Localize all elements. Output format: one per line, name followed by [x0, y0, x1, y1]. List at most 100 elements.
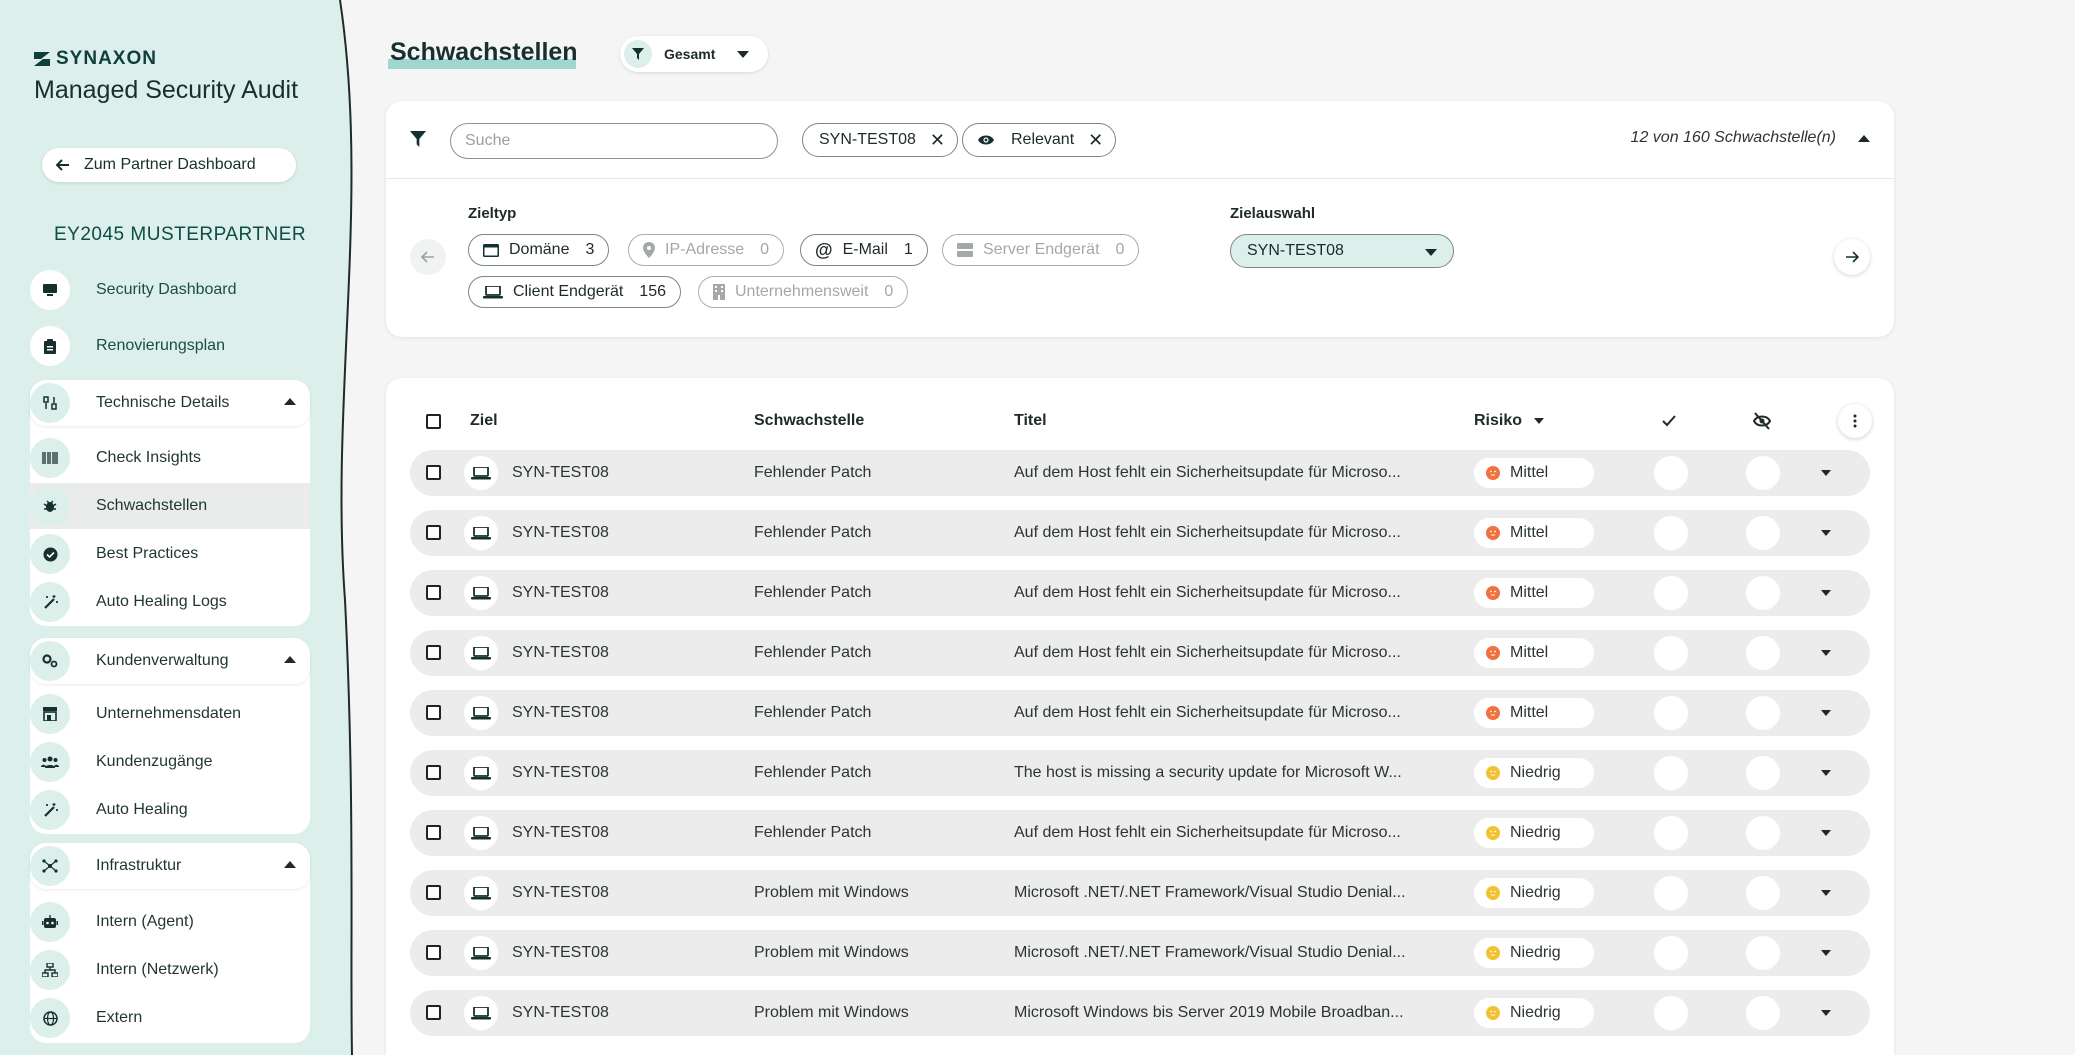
sidebar-item-auto-healing[interactable]: Auto Healing: [30, 787, 310, 833]
row-checkbox[interactable]: [426, 465, 441, 480]
type-chip-unternehmensweit[interactable]: Unternehmensweit 0: [698, 276, 909, 308]
chevron-down-icon[interactable]: [1821, 590, 1831, 596]
chevron-down-icon[interactable]: [1821, 1010, 1831, 1016]
close-icon[interactable]: ✕: [930, 130, 945, 151]
table-row[interactable]: SYN-TEST08 Problem mit Windows Microsoft W…: [410, 990, 1870, 1036]
prev-arrow-button[interactable]: [410, 239, 446, 275]
row-checkbox[interactable]: [426, 645, 441, 660]
sidebar-item-intern-netzwerk[interactable]: Intern (Netzwerk): [30, 947, 310, 993]
row-target: SYN-TEST08: [512, 644, 609, 661]
chevron-down-icon[interactable]: [1821, 650, 1831, 656]
row-title: Auf dem Host fehlt ein Sicherheitsupdate…: [1014, 704, 1401, 721]
sidebar-item-kundenzugaenge[interactable]: Kundenzugänge: [30, 739, 310, 785]
hide-toggle[interactable]: [1746, 936, 1780, 970]
eye-icon: [978, 135, 994, 145]
row-checkbox[interactable]: [426, 1005, 441, 1020]
hide-toggle[interactable]: [1746, 456, 1780, 490]
hide-toggle[interactable]: [1746, 816, 1780, 850]
row-checkbox[interactable]: [426, 585, 441, 600]
table-row[interactable]: SYN-TEST08 Fehlender Patch Auf dem Host fe…: [410, 510, 1870, 556]
sidebar-item-intern-agent[interactable]: Intern (Agent): [30, 899, 310, 945]
row-checkbox[interactable]: [426, 825, 441, 840]
chevron-down-icon[interactable]: [1821, 470, 1831, 476]
column-header-risk[interactable]: Risiko: [1474, 412, 1545, 430]
group-header-infrastruktur[interactable]: Infrastruktur: [30, 843, 310, 889]
row-vuln: Fehlender Patch: [754, 644, 872, 661]
hide-toggle[interactable]: [1746, 576, 1780, 610]
hide-toggle[interactable]: [1746, 996, 1780, 1030]
next-arrow-button[interactable]: [1834, 239, 1870, 275]
confirm-toggle[interactable]: [1654, 516, 1688, 550]
partner-name: EY2045 MUSTERPARTNER: [54, 224, 307, 245]
close-icon[interactable]: ✕: [1088, 130, 1103, 151]
confirm-toggle[interactable]: [1654, 996, 1688, 1030]
search-input[interactable]: [450, 123, 778, 159]
row-checkbox[interactable]: [426, 945, 441, 960]
sidebar-item-best-practices[interactable]: Best Practices: [30, 531, 310, 577]
chevron-down-icon[interactable]: [1821, 950, 1831, 956]
table-row[interactable]: SYN-TEST08 Problem mit Windows Microsoft .…: [410, 930, 1870, 976]
column-header-vuln[interactable]: Schwachstelle: [754, 412, 864, 430]
row-checkbox[interactable]: [426, 765, 441, 780]
filter-chip-relevant[interactable]: Relevant ✕: [962, 123, 1117, 157]
sidebar-item-schwachstellen[interactable]: Schwachstellen: [30, 483, 310, 529]
sidebar-item-unternehmensdaten[interactable]: Unternehmensdaten: [30, 691, 310, 737]
row-checkbox[interactable]: [426, 705, 441, 720]
table-row[interactable]: SYN-TEST08 Problem mit Windows Microsoft .…: [410, 870, 1870, 916]
more-options-button[interactable]: [1838, 404, 1872, 438]
confirm-toggle[interactable]: [1654, 876, 1688, 910]
confirm-toggle[interactable]: [1654, 816, 1688, 850]
hide-toggle[interactable]: [1746, 516, 1780, 550]
confirm-toggle[interactable]: [1654, 456, 1688, 490]
table-row[interactable]: SYN-TEST08 Fehlender Patch Auf dem Host fe…: [410, 570, 1870, 616]
confirm-toggle[interactable]: [1654, 576, 1688, 610]
chip-label: Relevant: [1011, 131, 1075, 148]
scope-select[interactable]: Gesamt: [620, 36, 768, 72]
hide-toggle[interactable]: [1746, 696, 1780, 730]
laptop-icon: [471, 646, 491, 659]
sidebar-item-security-dashboard[interactable]: Security Dashboard: [30, 267, 310, 313]
chevron-down-icon[interactable]: [1821, 830, 1831, 836]
type-chip-client-endgeraet[interactable]: Client Endgerät 156: [468, 276, 681, 308]
confirm-toggle[interactable]: [1654, 636, 1688, 670]
chevron-up-icon[interactable]: [1858, 135, 1870, 142]
eye-slash-icon[interactable]: [1752, 412, 1772, 430]
group-header-kundenverwaltung[interactable]: Kundenverwaltung: [30, 638, 310, 684]
device-icon-wrap: [464, 876, 498, 910]
select-all-checkbox[interactable]: [426, 414, 441, 429]
type-chip-server-endgeraet[interactable]: Server Endgerät 0: [942, 234, 1140, 266]
type-chip-domaene[interactable]: Domäne 3: [468, 234, 610, 266]
confirm-toggle[interactable]: [1654, 696, 1688, 730]
chevron-down-icon[interactable]: [1821, 770, 1831, 776]
chevron-down-icon[interactable]: [1821, 890, 1831, 896]
confirm-toggle[interactable]: [1654, 756, 1688, 790]
zielauswahl-select[interactable]: SYN-TEST08: [1230, 234, 1454, 268]
row-checkbox[interactable]: [426, 525, 441, 540]
filter-chip-target[interactable]: SYN-TEST08 ✕: [802, 123, 959, 157]
sidebar-item-auto-healing-logs[interactable]: Auto Healing Logs: [30, 579, 310, 625]
sidebar-item-extern[interactable]: Extern: [30, 995, 310, 1041]
partner-dashboard-button[interactable]: Zum Partner Dashboard: [42, 148, 296, 182]
row-vuln: Fehlender Patch: [754, 824, 872, 841]
row-checkbox[interactable]: [426, 885, 441, 900]
column-header-target[interactable]: Ziel: [470, 412, 498, 430]
table-row[interactable]: SYN-TEST08 Fehlender Patch Auf dem Host fe…: [410, 630, 1870, 676]
hide-toggle[interactable]: [1746, 636, 1780, 670]
type-chip-email[interactable]: @ E-Mail 1: [800, 234, 928, 266]
type-chip-ip-adresse[interactable]: IP-Adresse 0: [628, 234, 785, 266]
sidebar-item-renovierungsplan[interactable]: Renovierungsplan: [30, 323, 310, 369]
hide-toggle[interactable]: [1746, 756, 1780, 790]
table-row[interactable]: SYN-TEST08 Fehlender Patch Auf dem Host fe…: [410, 450, 1870, 496]
column-header-title[interactable]: Titel: [1014, 412, 1047, 430]
table-row[interactable]: SYN-TEST08 Fehlender Patch Auf dem Host fe…: [410, 810, 1870, 856]
table-row[interactable]: SYN-TEST08 Fehlender Patch The host is mis…: [410, 750, 1870, 796]
checkmark-icon[interactable]: [1662, 415, 1676, 427]
device-icon-wrap: [464, 516, 498, 550]
table-row[interactable]: SYN-TEST08 Fehlender Patch Auf dem Host fe…: [410, 690, 1870, 736]
hide-toggle[interactable]: [1746, 876, 1780, 910]
chevron-down-icon[interactable]: [1821, 530, 1831, 536]
chevron-down-icon[interactable]: [1821, 710, 1831, 716]
confirm-toggle[interactable]: [1654, 936, 1688, 970]
sidebar-item-check-insights[interactable]: Check Insights: [30, 435, 310, 481]
group-header-technische-details[interactable]: Technische Details: [30, 380, 310, 426]
